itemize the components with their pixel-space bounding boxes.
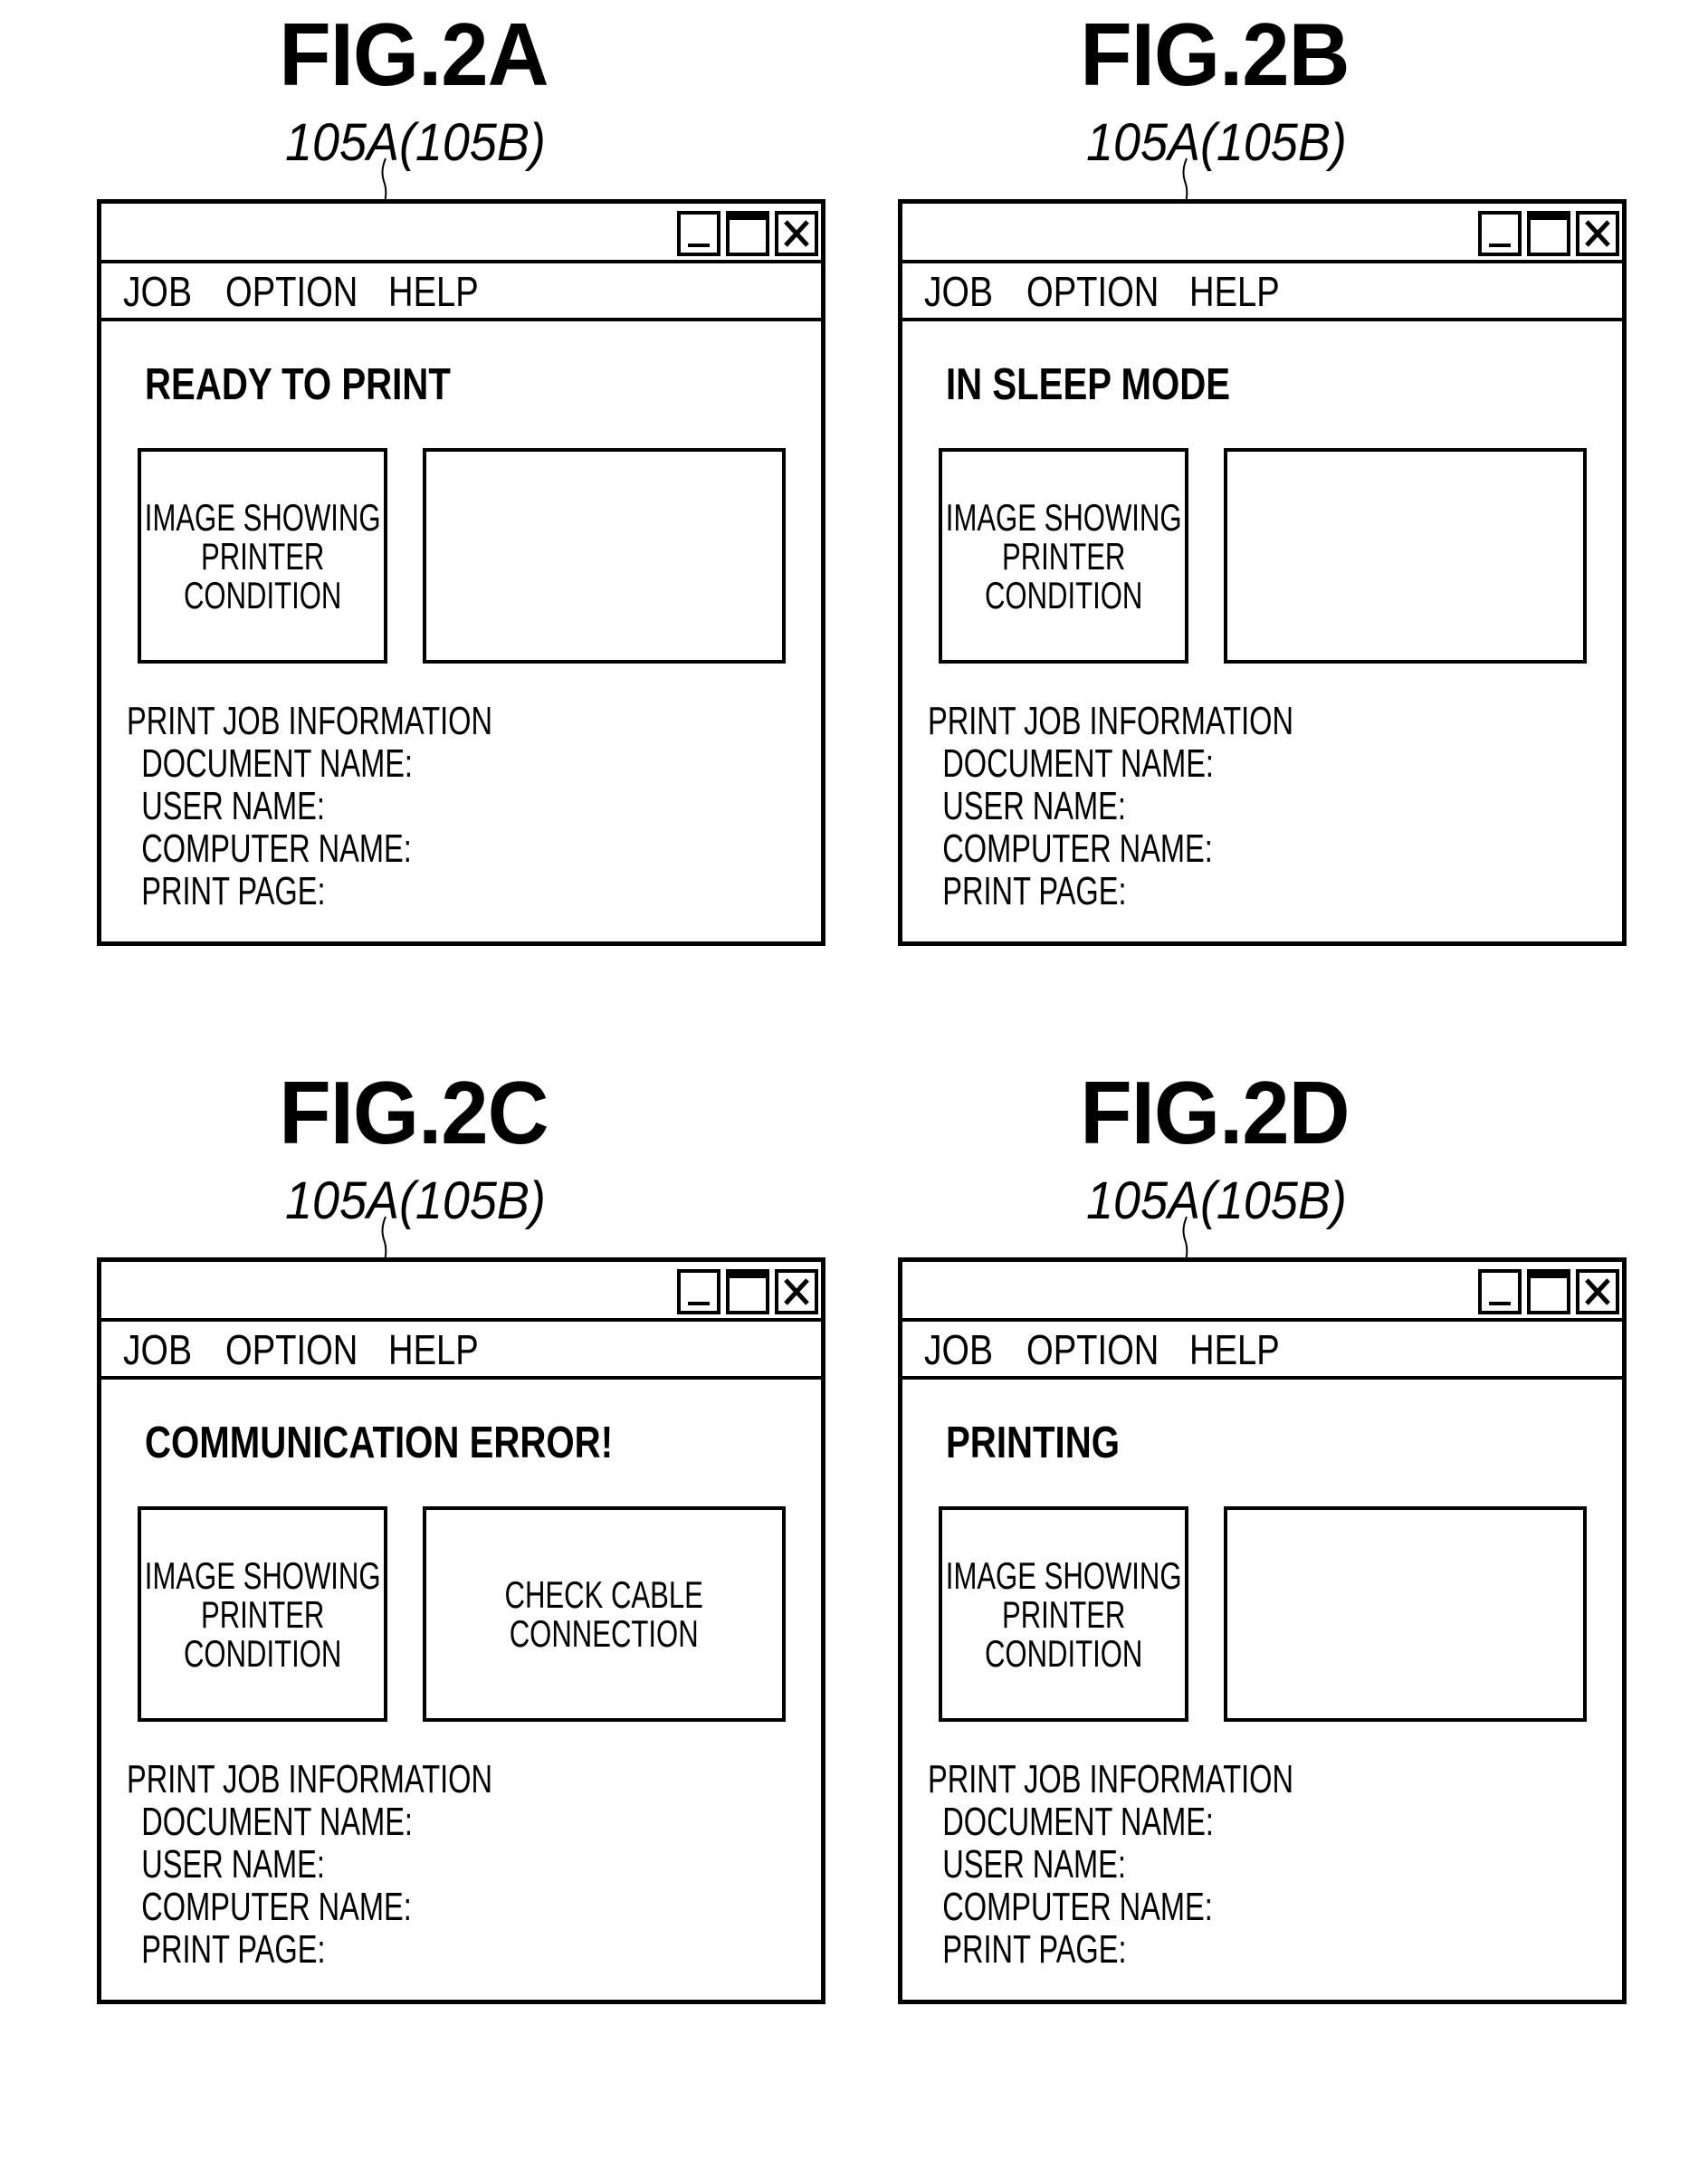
status-monitor-window: JOB OPTION HELP COMMUNICATION ERROR! IMA…	[97, 1257, 825, 2004]
info-row-document-name: DOCUMENT NAME:	[141, 741, 413, 786]
status-monitor-window: JOB OPTION HELP READY TO PRINT IMAGE SHO…	[97, 199, 825, 946]
printer-condition-image-caption: IMAGE SHOWING PRINTER CONDITION	[144, 495, 381, 616]
info-row-document-name: DOCUMENT NAME:	[942, 1800, 1214, 1844]
menu-bar: JOB OPTION HELP	[902, 1322, 1622, 1380]
info-row-document-name: DOCUMENT NAME:	[141, 1800, 413, 1844]
print-job-information-title: PRINT JOB INFORMATION	[928, 1757, 1294, 1801]
printer-status-text: PRINTING	[946, 1419, 1120, 1467]
print-job-information: PRINT JOB INFORMATION DOCUMENT NAME: USE…	[928, 700, 1422, 912]
print-job-information: PRINT JOB INFORMATION DOCUMENT NAME: USE…	[928, 1758, 1422, 1971]
menu-job[interactable]: JOB	[123, 269, 192, 314]
message-box	[423, 448, 786, 664]
maximize-button[interactable]	[1527, 1269, 1570, 1314]
reference-numeral: 105A(105B)	[1086, 1171, 1347, 1230]
print-job-information-title: PRINT JOB INFORMATION	[127, 1757, 493, 1801]
figure-label: FIG.2C	[279, 1063, 549, 1162]
reference-numeral: 105A(105B)	[285, 1171, 546, 1230]
figure-label: FIG.2B	[1080, 5, 1350, 104]
minimize-button[interactable]	[677, 211, 720, 256]
close-icon	[784, 220, 809, 247]
printer-condition-image: IMAGE SHOWING PRINTER CONDITION	[138, 448, 387, 664]
message-box	[1224, 1506, 1587, 1722]
reference-numeral: 105A(105B)	[285, 113, 546, 172]
menu-bar: JOB OPTION HELP	[101, 1322, 821, 1380]
status-monitor-window: JOB OPTION HELP PRINTING IMAGE SHOWING P…	[898, 1257, 1627, 2004]
minimize-button[interactable]	[677, 1269, 720, 1314]
menu-job[interactable]: JOB	[123, 1327, 192, 1372]
close-button[interactable]	[775, 211, 818, 256]
info-row-user-name: USER NAME:	[141, 784, 325, 828]
title-bar[interactable]	[902, 1262, 1622, 1322]
menu-help[interactable]: HELP	[1189, 1327, 1280, 1372]
info-row-user-name: USER NAME:	[942, 1842, 1126, 1887]
close-icon	[1585, 1278, 1610, 1305]
info-row-computer-name: COMPUTER NAME:	[942, 826, 1213, 871]
print-job-information-title: PRINT JOB INFORMATION	[928, 699, 1294, 743]
reference-numeral: 105A(105B)	[1086, 113, 1347, 172]
printer-condition-image: IMAGE SHOWING PRINTER CONDITION	[138, 1506, 387, 1722]
info-row-user-name: USER NAME:	[141, 1842, 325, 1887]
title-bar[interactable]	[101, 204, 821, 263]
message-text: CHECK CABLE CONNECTION	[505, 1575, 703, 1653]
figure-panel-d: FIG.2D 105A(105B) JOB OPTION HELP PRINTI…	[898, 1058, 1708, 2108]
menu-option[interactable]: OPTION	[1026, 269, 1159, 314]
menu-option[interactable]: OPTION	[225, 269, 358, 314]
figure-panel-c: FIG.2C 105A(105B) JOB OPTION HELP COMMUN…	[97, 1058, 911, 2108]
title-bar[interactable]	[101, 1262, 821, 1322]
figure-label: FIG.2D	[1080, 1063, 1350, 1162]
menu-job[interactable]: JOB	[924, 269, 993, 314]
printer-status-text: READY TO PRINT	[145, 360, 451, 409]
menu-bar: JOB OPTION HELP	[101, 263, 821, 321]
printer-condition-image: IMAGE SHOWING PRINTER CONDITION	[939, 448, 1188, 664]
info-row-document-name: DOCUMENT NAME:	[942, 741, 1214, 786]
close-button[interactable]	[1576, 1269, 1619, 1314]
close-button[interactable]	[775, 1269, 818, 1314]
menu-option[interactable]: OPTION	[1026, 1327, 1159, 1372]
menu-help[interactable]: HELP	[388, 1327, 479, 1372]
figure-panel-b: FIG.2B 105A(105B) JOB OPTION HELP IN SLE…	[898, 0, 1708, 1050]
info-row-print-page: PRINT PAGE:	[942, 869, 1127, 913]
menu-job[interactable]: JOB	[924, 1327, 993, 1372]
info-row-computer-name: COMPUTER NAME:	[141, 1885, 412, 1929]
close-icon	[784, 1278, 809, 1305]
printer-condition-image-caption: IMAGE SHOWING PRINTER CONDITION	[945, 495, 1182, 616]
print-job-information: PRINT JOB INFORMATION DOCUMENT NAME: USE…	[127, 1758, 621, 1971]
printer-status-text: IN SLEEP MODE	[946, 360, 1231, 409]
menu-option[interactable]: OPTION	[225, 1327, 358, 1372]
minimize-button[interactable]	[1478, 1269, 1522, 1314]
printer-status-text: COMMUNICATION ERROR!	[145, 1419, 614, 1467]
info-row-print-page: PRINT PAGE:	[141, 869, 326, 913]
printer-condition-image-caption: IMAGE SHOWING PRINTER CONDITION	[945, 1553, 1182, 1675]
info-row-computer-name: COMPUTER NAME:	[942, 1885, 1213, 1929]
figure-panel-a: FIG.2A 105A(105B) JOB OPTION HELP READY …	[97, 0, 911, 1050]
status-monitor-window: JOB OPTION HELP IN SLEEP MODE IMAGE SHOW…	[898, 199, 1627, 946]
info-row-user-name: USER NAME:	[942, 784, 1126, 828]
figure-label: FIG.2A	[279, 5, 549, 104]
message-line: CONNECTION	[510, 1612, 699, 1655]
print-job-information: PRINT JOB INFORMATION DOCUMENT NAME: USE…	[127, 700, 621, 912]
info-row-computer-name: COMPUTER NAME:	[141, 826, 412, 871]
maximize-button[interactable]	[726, 1269, 769, 1314]
maximize-button[interactable]	[726, 211, 769, 256]
menu-help[interactable]: HELP	[388, 269, 479, 314]
close-icon	[1585, 220, 1610, 247]
menu-bar: JOB OPTION HELP	[902, 263, 1622, 321]
info-row-print-page: PRINT PAGE:	[141, 1927, 326, 1972]
title-bar[interactable]	[902, 204, 1622, 263]
message-box: CHECK CABLE CONNECTION	[423, 1506, 786, 1722]
close-button[interactable]	[1576, 211, 1619, 256]
printer-condition-image: IMAGE SHOWING PRINTER CONDITION	[939, 1506, 1188, 1722]
maximize-button[interactable]	[1527, 211, 1570, 256]
printer-condition-image-caption: IMAGE SHOWING PRINTER CONDITION	[144, 1553, 381, 1675]
message-line: CHECK CABLE	[504, 1573, 704, 1616]
menu-help[interactable]: HELP	[1189, 269, 1280, 314]
minimize-button[interactable]	[1478, 211, 1522, 256]
print-job-information-title: PRINT JOB INFORMATION	[127, 699, 493, 743]
message-box	[1224, 448, 1587, 664]
info-row-print-page: PRINT PAGE:	[942, 1927, 1127, 1972]
